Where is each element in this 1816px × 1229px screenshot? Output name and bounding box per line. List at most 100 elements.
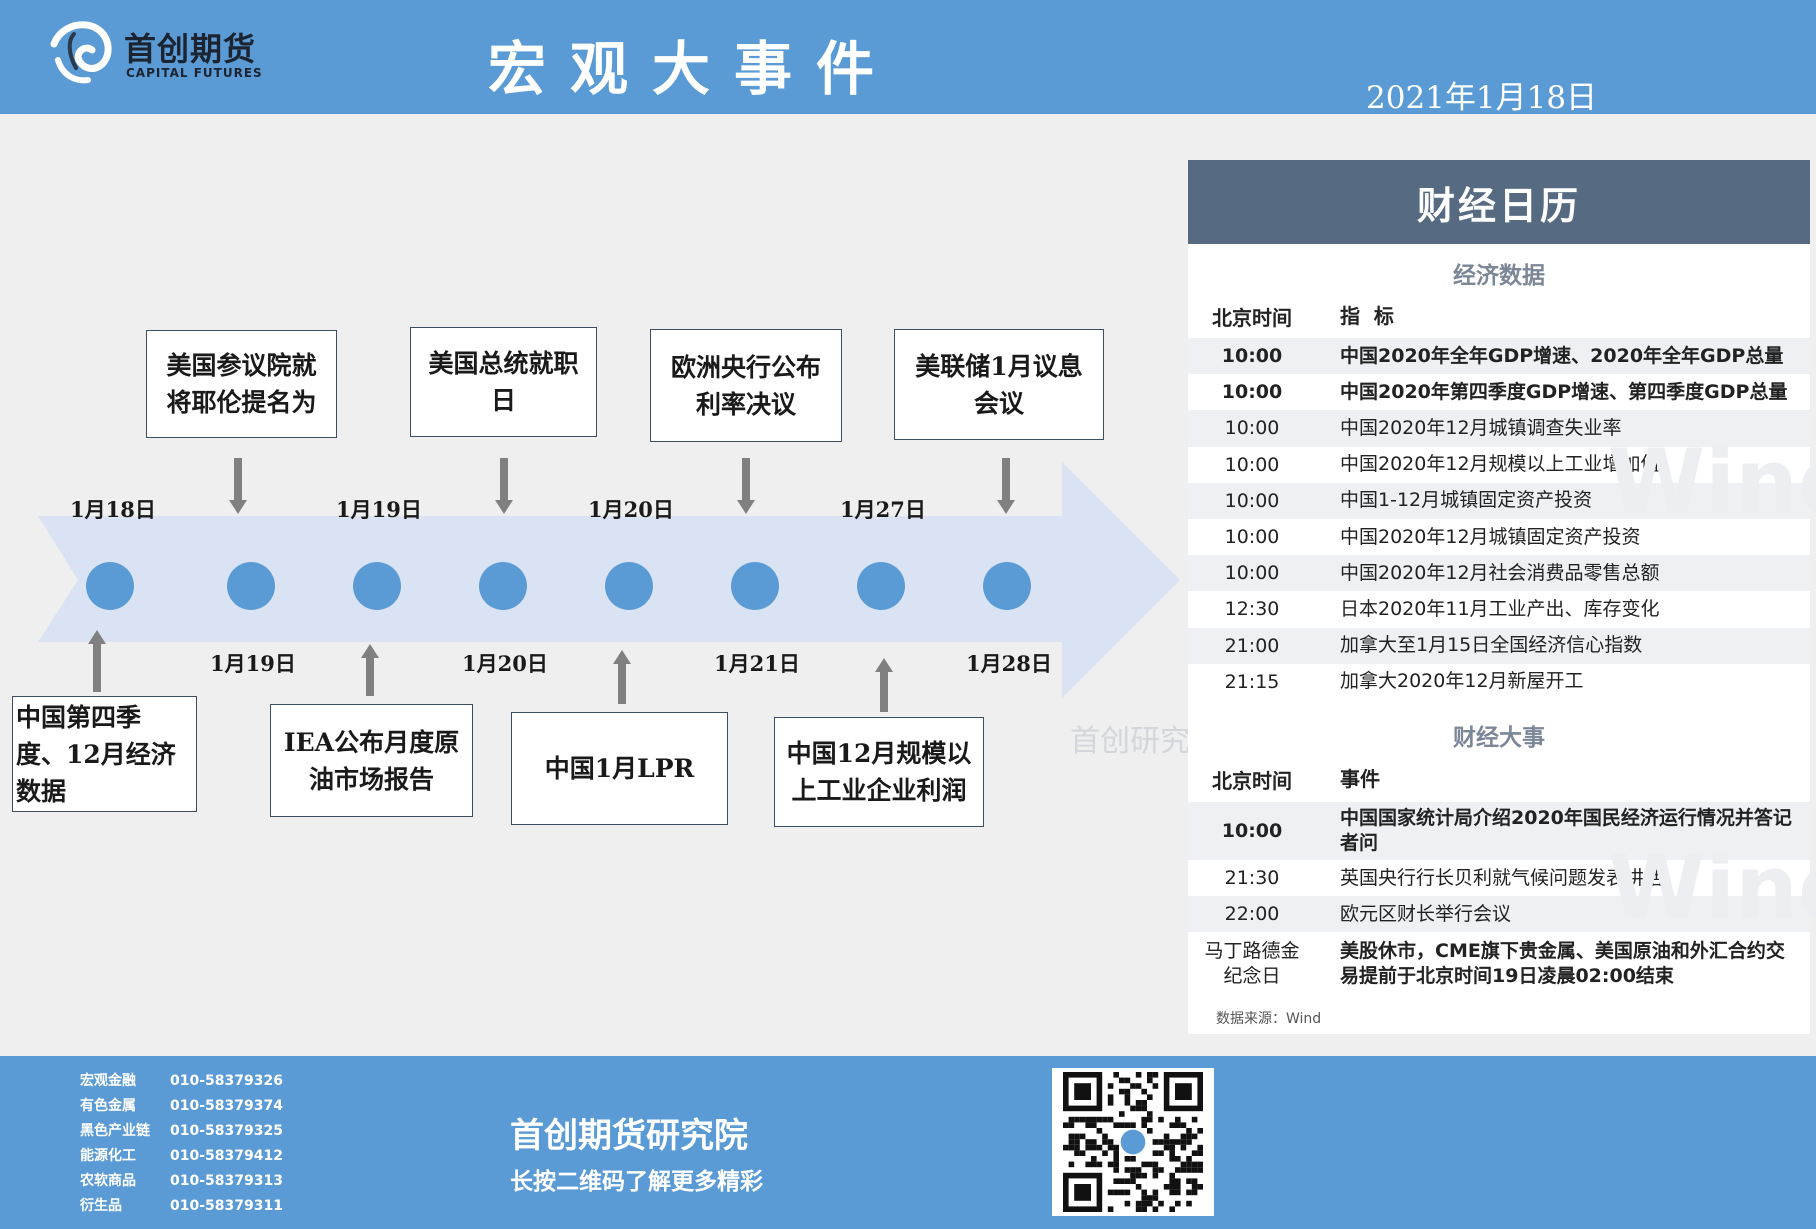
bottom-date-label: 1月19日 <box>210 651 296 676</box>
header-time: 北京时间 <box>1212 768 1292 793</box>
top-date-label: 1月18日 <box>70 497 156 522</box>
econ-data-row: 10:00 中国2020年12月社会消费品零售总额 <box>1188 555 1810 592</box>
econ-data-row: 10:00 中国2020年全年GDP增速、2020年全年GDP总量 <box>1188 338 1810 375</box>
header-bar: 首创期货 CAPITAL FUTURES 宏观大事件 2021年1月18日 <box>0 0 1816 116</box>
event-box-bottom: 中国1月LPR <box>511 712 728 825</box>
row-indicator: 中国2020年12月社会消费品零售总额 <box>1340 561 1660 584</box>
contact-department: 能源化工 <box>80 1148 136 1164</box>
row-time: 10:00 <box>1221 820 1283 842</box>
econ-data-row: 10:00 中国2020年12月城镇调查失业率 <box>1188 410 1810 447</box>
contact-line: 能源化工 010-58379412 <box>80 1145 283 1165</box>
row-time: 10:00 <box>1224 417 1280 440</box>
row-indicator: 中国2020年12月城镇调查失业率 <box>1340 416 1622 439</box>
event-box-bottom: IEA公布月度原油市场报告 <box>270 704 473 817</box>
up-arrow-icon <box>875 658 893 712</box>
econ-data-section-title: 经济数据 <box>1453 263 1545 289</box>
row-time: 10:00 <box>1224 489 1280 512</box>
event-box-top: 美联储1月议息会议 <box>894 329 1104 440</box>
up-arrow-icon <box>361 644 379 696</box>
contact-department: 有色金属 <box>80 1098 136 1114</box>
timeline-dot <box>86 562 134 610</box>
row-indicator: 中国1-12月城镇固定资产投资 <box>1340 489 1593 512</box>
contact-line: 衍生品 010-58379311 <box>80 1195 283 1215</box>
contact-phone[interactable]: 010-58379374 <box>170 1098 283 1114</box>
logo-chinese-name: 首创期货 <box>124 30 257 68</box>
row-indicator: 日本2020年11月工业产出、库存变化 <box>1340 597 1660 620</box>
row-time: 22:00 <box>1224 903 1280 925</box>
top-date-label: 1月19日 <box>336 497 422 522</box>
timeline-dot <box>983 562 1031 610</box>
econ-data-row: 21:15 加拿大2020年12月新屋开工 <box>1188 664 1810 700</box>
timeline-graphic <box>38 458 1180 712</box>
timeline-dot <box>857 562 905 610</box>
row-indicator: 加拿大至1月15日全国经济信心指数 <box>1340 634 1643 657</box>
contact-line: 农软商品 010-58379313 <box>80 1170 283 1190</box>
contact-phone[interactable]: 010-58379325 <box>170 1123 283 1139</box>
row-indicator: 中国2020年12月规模以上工业增加值 <box>1340 453 1660 476</box>
row-time: 12:30 <box>1224 598 1280 621</box>
contact-department: 黑色产业链 <box>80 1123 150 1139</box>
footer-bar: 宏观金融 010-58379326 有色金属 010-58379374 黑色产业链 010… <box>0 1056 1816 1229</box>
up-arrow-icon <box>613 650 631 704</box>
contact-line: 宏观金融 010-58379326 <box>80 1070 283 1090</box>
row-indicator: 中国2020年第四季度GDP增速、第四季度GDP总量 <box>1340 380 1788 403</box>
contact-line: 黑色产业链 010-58379325 <box>80 1120 283 1140</box>
event-box-bottom: 中国第四季度、12月经济数据 <box>12 696 197 812</box>
contact-phone[interactable]: 010-58379313 <box>170 1173 283 1189</box>
company-logo[interactable]: 首创期货 CAPITAL FUTURES <box>44 14 294 86</box>
contact-department: 农软商品 <box>80 1173 136 1189</box>
row-time: 10:00 <box>1224 453 1280 476</box>
research-institute-name: 首创期货研究院 <box>510 1116 748 1156</box>
contact-phone[interactable]: 010-58379326 <box>170 1073 283 1089</box>
econ-data-row: 12:30 日本2020年11月工业产出、库存变化 <box>1188 591 1810 627</box>
row-time: 21:15 <box>1224 670 1280 693</box>
top-date-label: 1月20日 <box>588 497 674 522</box>
event-box-top: 欧洲央行公布利率决议 <box>650 329 842 442</box>
row-event: 美股休市，CME旗下贵金属、美国原油和外汇合约交易提前于北京时间19日凌晨02:… <box>1340 940 1785 987</box>
top-date-label: 1月27日 <box>840 497 926 522</box>
contact-department: 衍生品 <box>80 1198 122 1214</box>
page-title: 宏观大事件 <box>488 35 899 103</box>
econ-data-row: 10:00 中国1-12月城镇固定资产投资 <box>1188 482 1810 519</box>
bottom-date-label: 1月21日 <box>714 651 800 676</box>
timeline-dot <box>353 562 401 610</box>
row-time: 21:30 <box>1224 867 1280 889</box>
events-section-title: 财经大事 <box>1453 725 1545 751</box>
header-time: 北京时间 <box>1212 305 1292 330</box>
qr-tagline: 长按二维码了解更多精彩 <box>510 1169 763 1195</box>
econ-data-row: 10:00 中国2020年第四季度GDP增速、第四季度GDP总量 <box>1188 374 1810 410</box>
contact-phone[interactable]: 010-58379412 <box>170 1148 283 1164</box>
event-row: 22:00 欧元区财长举行会议 <box>1188 896 1810 932</box>
down-arrow-icon <box>737 458 755 514</box>
contact-phone[interactable]: 010-58379311 <box>170 1198 283 1214</box>
down-arrow-icon <box>495 458 513 514</box>
down-arrow-icon <box>229 458 247 514</box>
timeline-dot <box>605 562 653 610</box>
row-time: 马丁路德金纪念日 <box>1204 940 1300 987</box>
event-box-top: 美国参议院就将耶伦提名为 <box>146 330 337 438</box>
row-indicator: 中国2020年全年GDP增速、2020年全年GDP总量 <box>1340 344 1784 367</box>
timeline-dot <box>731 562 779 610</box>
header-event: 事件 <box>1340 766 1380 791</box>
row-event: 欧元区财长举行会议 <box>1340 902 1512 925</box>
contact-department: 宏观金融 <box>80 1073 136 1089</box>
econ-data-row: 10:00 中国2020年12月规模以上工业增加值 <box>1188 447 1810 483</box>
events-table-header: 北京时间 事件 <box>1188 760 1810 798</box>
calendar-title: 财经日历 <box>1188 160 1810 244</box>
logo-swirl-icon <box>47 17 113 84</box>
event-row: 10:00 中国国家统计局介绍2020年国民经济运行情况并答记者问 <box>1188 802 1810 860</box>
row-time: 10:00 <box>1221 381 1283 404</box>
timeline-dot <box>227 562 275 610</box>
qr-code-icon[interactable] <box>1052 1068 1214 1216</box>
row-event: 中国国家统计局介绍2020年国民经济运行情况并答记者问 <box>1340 807 1792 854</box>
event-row: 马丁路德金纪念日 美股休市，CME旗下贵金属、美国原油和外汇合约交易提前于北京时间… <box>1188 932 1810 996</box>
row-time: 21:00 <box>1224 634 1280 657</box>
event-box-top: 美国总统就职日 <box>410 327 597 437</box>
header-indicator: 指 标 <box>1340 303 1394 328</box>
finance-calendar-panel: 财经日历 经济数据 北京时间 指 标 10:00 中国2020年全年GDP增速、2… <box>1188 160 1816 1034</box>
econ-table-header: 北京时间 指 标 <box>1188 298 1810 334</box>
row-time: 10:00 <box>1221 345 1283 368</box>
event-box-bottom: 中国12月规模以上工业企业利润 <box>774 717 984 827</box>
timeline-dot <box>479 562 527 610</box>
row-indicator: 加拿大2020年12月新屋开工 <box>1340 670 1584 693</box>
